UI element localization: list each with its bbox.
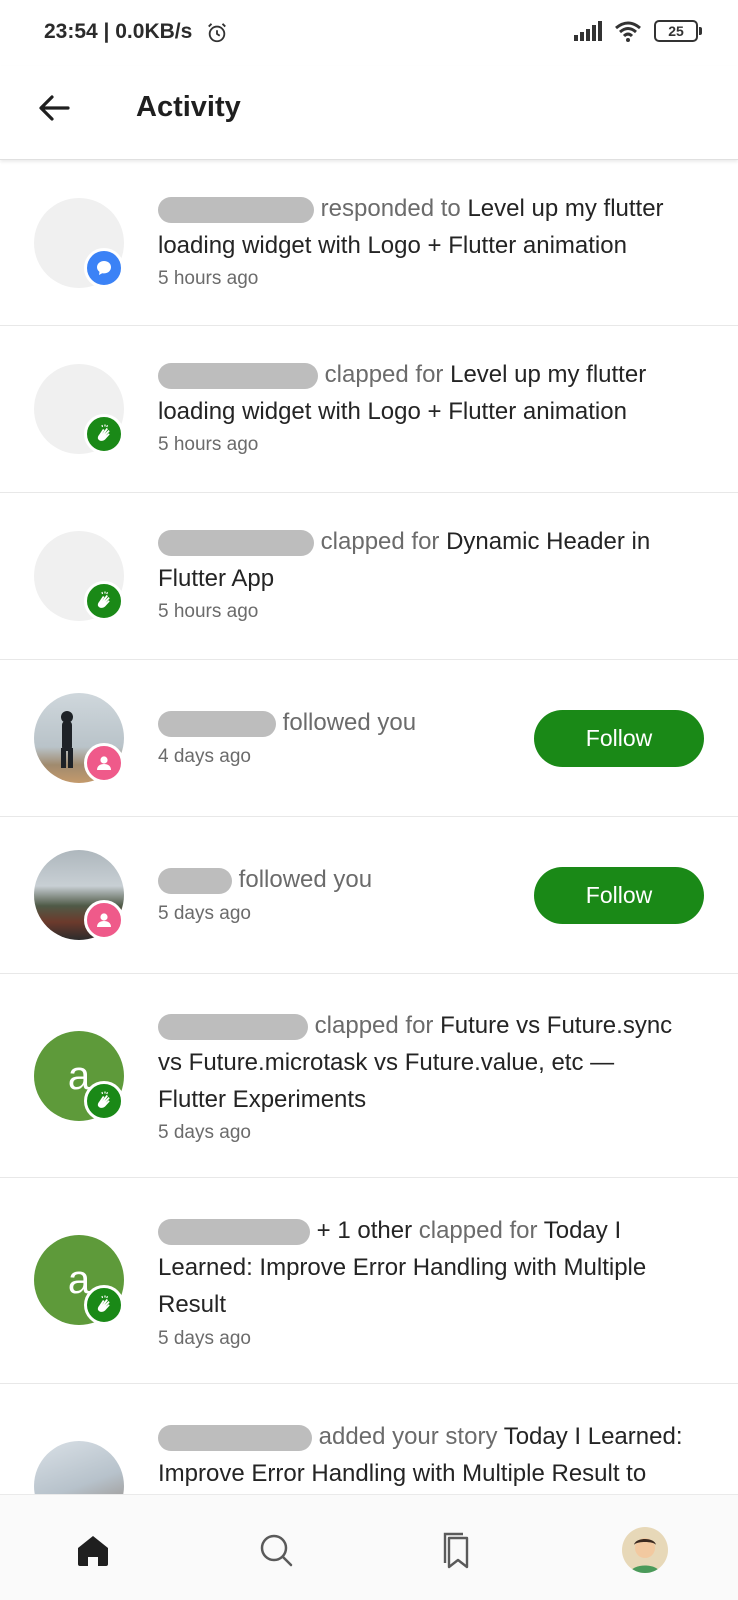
alarm-icon: [208, 23, 226, 43]
avatar-face-icon: [630, 1538, 660, 1573]
redacted-username: [158, 710, 276, 737]
activity-list: responded to Level up my flutter loading…: [0, 160, 738, 1494]
redacted-username: [158, 362, 318, 389]
avatar[interactable]: [34, 1441, 124, 1494]
signal-icon: [574, 21, 602, 41]
timestamp: 5 days ago: [158, 1328, 251, 1349]
activity-item[interactable]: a clapped for Future vs Future.sync vs F…: [0, 974, 738, 1178]
nav-search[interactable]: [251, 1525, 301, 1575]
clap-badge-icon: [84, 1081, 124, 1121]
activity-text[interactable]: clapped for Future vs Future.sync vs Fut…: [158, 1007, 708, 1118]
bottom-navigation: [0, 1494, 738, 1600]
status-icons: 25: [574, 20, 702, 42]
timestamp: 5 hours ago: [158, 601, 259, 622]
activity-text[interactable]: + 1 other clapped for Today I Learned: I…: [158, 1212, 708, 1323]
redacted-username: [158, 867, 232, 894]
clap-badge-icon: [84, 1285, 124, 1325]
clap-badge-icon: [84, 414, 124, 454]
nav-profile[interactable]: [620, 1525, 670, 1575]
home-icon: [78, 1536, 108, 1566]
follow-button[interactable]: Follow: [534, 710, 704, 767]
wifi-icon: [615, 21, 641, 42]
profile-avatar: [622, 1527, 668, 1573]
app-header: Activity: [0, 66, 738, 160]
activity-item[interactable]: added your story Today I Learned: Improv…: [0, 1384, 738, 1494]
follow-badge-icon: [84, 900, 124, 940]
page-title: Activity: [136, 91, 241, 123]
follow-button[interactable]: Follow: [534, 867, 704, 924]
activity-item[interactable]: clapped for Level up my flutter loading …: [0, 326, 738, 493]
nav-home[interactable]: [68, 1525, 118, 1575]
response-badge-icon: [84, 248, 124, 288]
redacted-username: [158, 1013, 308, 1040]
status-bar: 23:54 | 0.0KB/s 25: [0, 0, 738, 66]
redacted-username: [158, 196, 314, 223]
back-button[interactable]: [34, 88, 74, 128]
activity-text[interactable]: followed you: [158, 861, 518, 898]
timestamp: 5 days ago: [158, 903, 251, 924]
activity-item[interactable]: responded to Level up my flutter loading…: [0, 160, 738, 326]
activity-text[interactable]: added your story Today I Learned: Improv…: [158, 1418, 708, 1492]
timestamp: 4 days ago: [158, 746, 251, 767]
status-time: 23:54 | 0.0KB/s: [44, 20, 193, 43]
timestamp: 5 hours ago: [158, 268, 259, 289]
activity-text[interactable]: responded to Level up my flutter loading…: [158, 190, 698, 264]
avatar[interactable]: a: [34, 1235, 124, 1325]
activity-item[interactable]: clapped for Dynamic Header in Flutter Ap…: [0, 493, 738, 660]
follow-badge-icon: [84, 743, 124, 783]
nav-bookmarks[interactable]: [434, 1525, 484, 1575]
clap-badge-icon: [84, 581, 124, 621]
timestamp: 5 hours ago: [158, 434, 259, 455]
battery-indicator: 25: [654, 20, 702, 42]
avatar[interactable]: [34, 364, 124, 454]
avatar[interactable]: a: [34, 1031, 124, 1121]
arrow-left-icon: [39, 95, 70, 121]
activity-text[interactable]: followed you: [158, 704, 518, 741]
avatar[interactable]: [34, 693, 124, 783]
activity-text[interactable]: clapped for Level up my flutter loading …: [158, 356, 698, 430]
redacted-username: [158, 529, 314, 556]
timestamp: 5 days ago: [158, 1122, 251, 1143]
activity-text[interactable]: clapped for Dynamic Header in Flutter Ap…: [158, 523, 698, 597]
activity-item[interactable]: followed you 5 days ago Follow: [0, 817, 738, 974]
avatar[interactable]: [34, 850, 124, 940]
redacted-username: [158, 1218, 310, 1245]
activity-item[interactable]: followed you 4 days ago Follow: [0, 660, 738, 817]
bookmarks-icon: [443, 1532, 469, 1569]
redacted-username: [158, 1424, 312, 1451]
activity-item[interactable]: a + 1 other clapped for Today I Learned:…: [0, 1178, 738, 1384]
search-icon: [260, 1534, 293, 1567]
avatar[interactable]: [34, 198, 124, 288]
avatar[interactable]: [34, 531, 124, 621]
